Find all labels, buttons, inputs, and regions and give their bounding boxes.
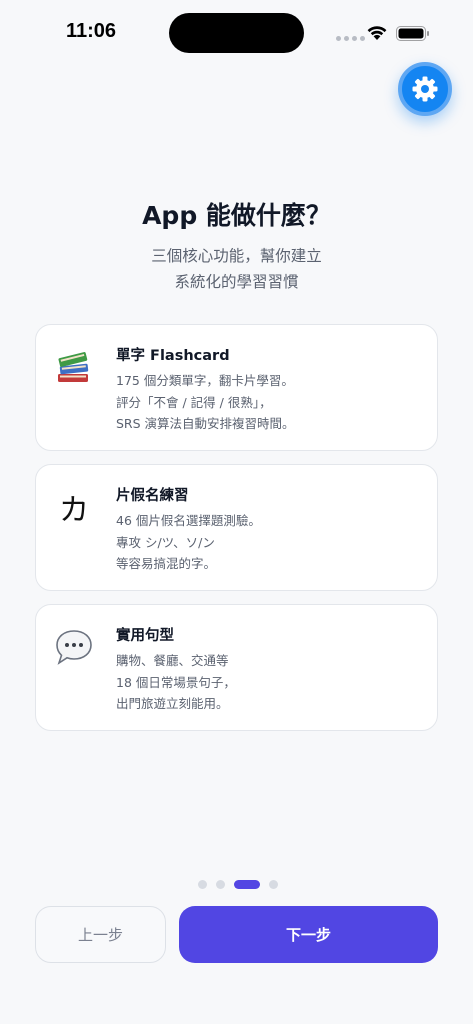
feature-desc-line: 46 個片假名選擇題測驗。 bbox=[116, 513, 261, 528]
page-indicator bbox=[198, 880, 278, 889]
status-bar: 11:06 bbox=[0, 0, 473, 66]
katakana-glyph: カ bbox=[59, 493, 89, 528]
feature-desc-line: 專攻 シ/ツ、ソ/ン bbox=[116, 534, 215, 550]
cellular-signal-icon bbox=[336, 36, 365, 41]
battery-icon bbox=[396, 26, 429, 41]
page-dot bbox=[269, 880, 278, 889]
books-icon bbox=[54, 347, 94, 387]
subtitle-line-1: 三個核心功能，幫你建立 bbox=[151, 247, 322, 265]
page-dot bbox=[216, 880, 225, 889]
katakana-icon: カ bbox=[54, 487, 94, 528]
feature-description: 購物、餐廳、交通等 18 個日常場景句子， 出門旅遊立刻能用。 bbox=[116, 650, 426, 715]
status-time: 11:06 bbox=[66, 20, 117, 42]
page-title: App 能做什麼？ bbox=[142, 201, 331, 230]
gear-icon bbox=[412, 76, 438, 102]
feature-card-katakana: カ 片假名練習 46 個片假名選擇題測驗。 專攻 シ/ツ、ソ/ン 等容易搞混的字… bbox=[35, 464, 438, 591]
feature-desc-line: SRS 演算法自動安排複習時間。 bbox=[116, 416, 295, 431]
feature-desc-line: 評分「不會 / 記得 / 很熟」， bbox=[116, 394, 272, 410]
feature-description: 175 個分類單字，翻卡片學習。 評分「不會 / 記得 / 很熟」， SRS 演… bbox=[116, 370, 426, 435]
page-dot-active bbox=[234, 880, 260, 889]
dynamic-island bbox=[169, 13, 304, 53]
feature-description: 46 個片假名選擇題測驗。 專攻 シ/ツ、ソ/ン 等容易搞混的字。 bbox=[116, 510, 426, 575]
next-step-button[interactable]: 下一步 bbox=[179, 906, 438, 963]
subtitle-line-2: 系統化的學習習慣 bbox=[174, 273, 299, 291]
feature-title: 單字 Flashcard bbox=[116, 348, 230, 364]
prev-step-button[interactable]: 上一步 bbox=[35, 906, 166, 963]
feature-card-flashcard: 單字 Flashcard 175 個分類單字，翻卡片學習。 評分「不會 / 記得… bbox=[35, 324, 438, 451]
settings-button[interactable] bbox=[398, 62, 452, 116]
feature-desc-line: 購物、餐廳、交通等 bbox=[116, 653, 229, 668]
feature-title: 片假名練習 bbox=[116, 488, 189, 504]
page-subtitle: 三個核心功能，幫你建立 系統化的學習習慣 bbox=[0, 243, 473, 295]
wifi-icon bbox=[367, 26, 387, 40]
page-dot bbox=[198, 880, 207, 889]
feature-desc-line: 18 個日常場景句子， bbox=[116, 674, 236, 690]
speech-bubble-icon bbox=[54, 627, 94, 667]
feature-desc-line: 175 個分類單字，翻卡片學習。 bbox=[116, 373, 294, 388]
feature-title: 實用句型 bbox=[116, 628, 174, 644]
feature-desc-line: 出門旅遊立刻能用。 bbox=[116, 696, 229, 711]
feature-desc-line: 等容易搞混的字。 bbox=[116, 556, 217, 571]
feature-card-phrases: 實用句型 購物、餐廳、交通等 18 個日常場景句子， 出門旅遊立刻能用。 bbox=[35, 604, 438, 731]
